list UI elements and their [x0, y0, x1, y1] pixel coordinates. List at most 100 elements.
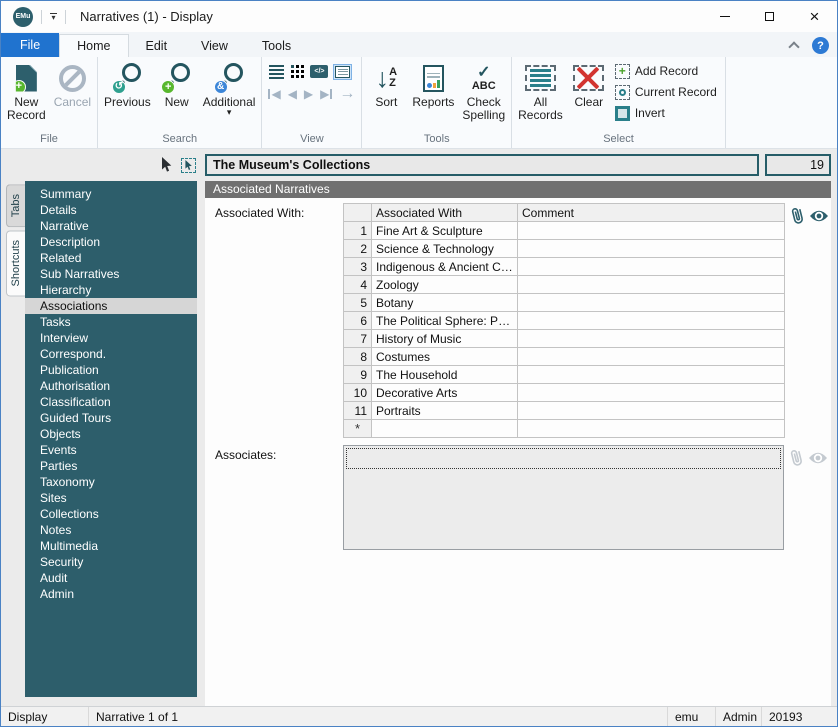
- sidebar-item[interactable]: Associations: [25, 298, 197, 314]
- comment-cell[interactable]: [518, 276, 785, 294]
- associates-field[interactable]: [343, 445, 784, 550]
- sidebar-item[interactable]: Sites: [25, 490, 197, 506]
- sidebar-item[interactable]: Interview: [25, 330, 197, 346]
- sidebar-item[interactable]: Events: [25, 442, 197, 458]
- next-record-button[interactable]: ▶: [304, 88, 313, 100]
- sidebar-item[interactable]: Collections: [25, 506, 197, 522]
- sidebar-item[interactable]: Correspond.: [25, 346, 197, 362]
- new-search-button[interactable]: + New: [155, 58, 199, 109]
- vertical-tab[interactable]: Shortcuts: [6, 230, 25, 296]
- tab-view[interactable]: View: [184, 35, 245, 58]
- associates-focused-row[interactable]: [346, 448, 781, 469]
- additional-search-button[interactable]: & Additional ▾: [199, 58, 260, 115]
- sort-button[interactable]: ↓ AZ Sort: [364, 58, 408, 109]
- attach-icon[interactable]: [788, 204, 807, 226]
- comment-cell[interactable]: [518, 312, 785, 330]
- all-records-button[interactable]: All Records: [514, 58, 567, 122]
- associated-with-cell[interactable]: The Political Sphere: Party Politics, Un…: [372, 312, 518, 330]
- view-attachment-eye-icon[interactable]: [809, 209, 829, 223]
- associated-with-cell[interactable]: Indigenous & Ancient Cultures: [372, 258, 518, 276]
- sidebar-item[interactable]: Admin: [25, 586, 197, 602]
- maximize-button[interactable]: [747, 1, 792, 32]
- current-record-select-button[interactable]: Current Record: [615, 83, 717, 101]
- sidebar-item[interactable]: Authorisation: [25, 378, 197, 394]
- sidebar-item[interactable]: Guided Tours: [25, 410, 197, 426]
- sidebar-item[interactable]: Taxonomy: [25, 474, 197, 490]
- tab-edit[interactable]: Edit: [129, 35, 185, 58]
- sidebar-item[interactable]: Sub Narratives: [25, 266, 197, 282]
- detail-view-button-selected[interactable]: [333, 64, 352, 80]
- sidebar-item[interactable]: Security: [25, 554, 197, 570]
- new-comment-cell[interactable]: [518, 420, 785, 438]
- list-view-button[interactable]: [268, 65, 284, 79]
- associated-with-cell[interactable]: Zoology: [372, 276, 518, 294]
- sidebar-item[interactable]: Description: [25, 234, 197, 250]
- associated-with-cell[interactable]: Decorative Arts: [372, 384, 518, 402]
- associated-with-cell[interactable]: Fine Art & Sculpture: [372, 222, 518, 240]
- comment-cell[interactable]: [518, 258, 785, 276]
- code-view-button[interactable]: </>: [310, 65, 328, 78]
- sidebar-item[interactable]: Summary: [25, 186, 197, 202]
- comment-cell[interactable]: [518, 384, 785, 402]
- invert-selection-button[interactable]: Invert: [615, 104, 717, 122]
- add-record-select-button[interactable]: + Add Record: [615, 62, 717, 80]
- help-button[interactable]: ?: [812, 37, 829, 54]
- reports-button[interactable]: Reports: [408, 58, 458, 109]
- associated-with-cell[interactable]: The Household: [372, 366, 518, 384]
- sidebar-item[interactable]: Audit: [25, 570, 197, 586]
- associated-with-cell[interactable]: Botany: [372, 294, 518, 312]
- previous-record-button[interactable]: ◀: [288, 88, 297, 100]
- sidebar-item[interactable]: Notes: [25, 522, 197, 538]
- collapse-ribbon-button[interactable]: [788, 41, 799, 52]
- table-row[interactable]: 9 The Household: [344, 366, 785, 384]
- sidebar-item[interactable]: Multimedia: [25, 538, 197, 554]
- table-row[interactable]: 3 Indigenous & Ancient Cultures: [344, 258, 785, 276]
- comment-cell[interactable]: [518, 294, 785, 312]
- table-row[interactable]: 4 Zoology: [344, 276, 785, 294]
- first-record-button[interactable]: ◀: [268, 88, 280, 100]
- comment-cell[interactable]: [518, 366, 785, 384]
- clear-selection-button[interactable]: Clear: [567, 58, 611, 109]
- tab-file[interactable]: File: [1, 33, 59, 58]
- comment-cell[interactable]: [518, 402, 785, 420]
- associated-with-cell[interactable]: Costumes: [372, 348, 518, 366]
- minimize-button[interactable]: [702, 1, 747, 32]
- new-row[interactable]: *: [344, 420, 785, 438]
- sidebar-item[interactable]: Parties: [25, 458, 197, 474]
- tab-tools[interactable]: Tools: [245, 35, 308, 58]
- goto-record-button[interactable]: →: [339, 86, 355, 102]
- new-record-button[interactable]: + New Record: [3, 58, 50, 122]
- associated-with-table[interactable]: Associated With Comment 1 Fine Art & Scu…: [343, 203, 785, 438]
- check-spelling-button[interactable]: ✓ ABC Check Spelling: [458, 58, 509, 122]
- quick-access-toolbar-button[interactable]: ▾: [50, 13, 57, 20]
- select-mode-icon[interactable]: [181, 158, 196, 173]
- vertical-tab[interactable]: Tabs: [6, 184, 25, 227]
- sidebar-item[interactable]: Objects: [25, 426, 197, 442]
- sidebar-item[interactable]: Hierarchy: [25, 282, 197, 298]
- table-row[interactable]: 10 Decorative Arts: [344, 384, 785, 402]
- sidebar-item[interactable]: Tasks: [25, 314, 197, 330]
- comment-cell[interactable]: [518, 348, 785, 366]
- comment-cell[interactable]: [518, 240, 785, 258]
- tab-home[interactable]: Home: [59, 34, 128, 58]
- column-header-associated-with[interactable]: Associated With: [372, 204, 518, 222]
- cursor-arrow-icon[interactable]: [160, 157, 173, 173]
- table-row[interactable]: 5 Botany: [344, 294, 785, 312]
- associated-with-cell[interactable]: Portraits: [372, 402, 518, 420]
- sidebar-item[interactable]: Classification: [25, 394, 197, 410]
- close-button[interactable]: ×: [792, 1, 837, 32]
- last-record-button[interactable]: ▶: [320, 88, 332, 100]
- grid-view-button[interactable]: [289, 65, 305, 78]
- table-row[interactable]: 1 Fine Art & Sculpture: [344, 222, 785, 240]
- new-associated-with-cell[interactable]: [372, 420, 518, 438]
- table-row[interactable]: 7 History of Music: [344, 330, 785, 348]
- comment-cell[interactable]: [518, 222, 785, 240]
- table-row[interactable]: 8 Costumes: [344, 348, 785, 366]
- sidebar-item[interactable]: Related: [25, 250, 197, 266]
- sidebar-item[interactable]: Narrative: [25, 218, 197, 234]
- comment-cell[interactable]: [518, 330, 785, 348]
- previous-search-button[interactable]: ↺ Previous: [100, 58, 155, 109]
- table-row[interactable]: 2 Science & Technology: [344, 240, 785, 258]
- table-row[interactable]: 11 Portraits: [344, 402, 785, 420]
- table-row[interactable]: 6 The Political Sphere: Party Politics, …: [344, 312, 785, 330]
